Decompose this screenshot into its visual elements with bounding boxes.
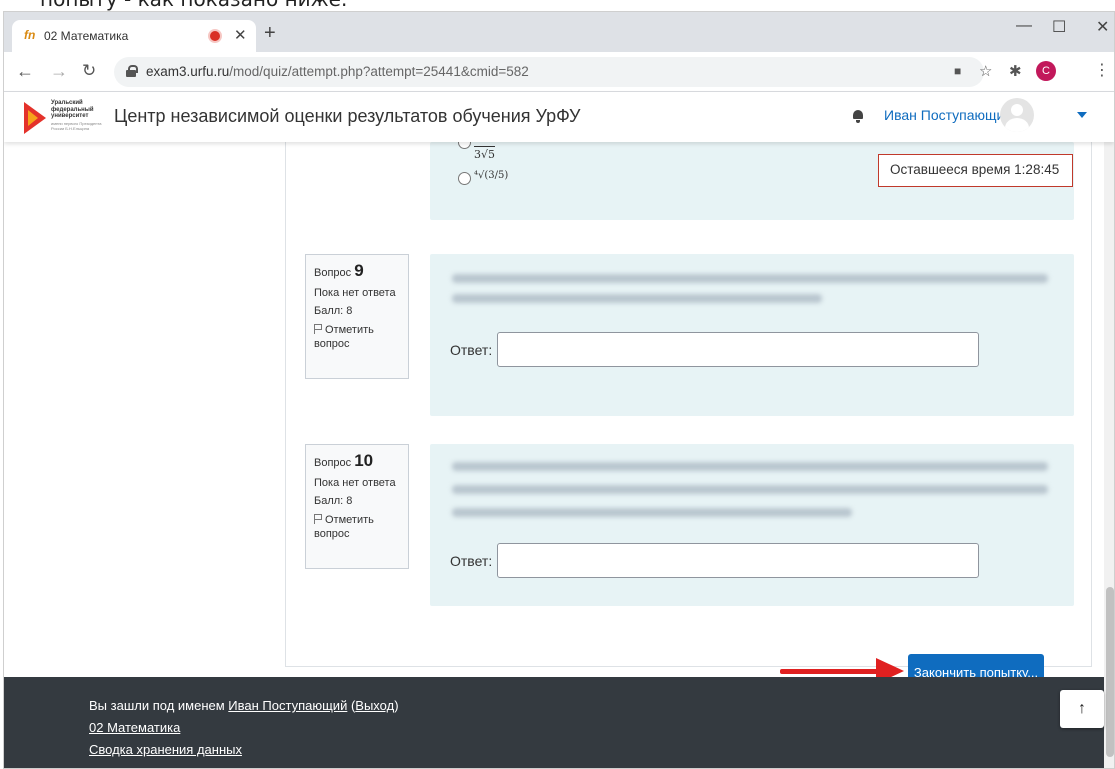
blurred-question-text — [452, 294, 822, 303]
scrollbar-thumb[interactable] — [1106, 587, 1114, 757]
tab-strip: fn 02 Математика ✕ + — ☐ ✕ — [4, 12, 1114, 52]
lock-icon — [126, 65, 138, 77]
question-score: Балл: 8 — [314, 495, 353, 507]
new-tab-button[interactable]: + — [264, 22, 276, 45]
camera-icon[interactable]: ■ — [954, 64, 961, 78]
extensions-puzzle-icon[interactable]: ✱ — [1009, 62, 1022, 80]
blurred-question-text — [452, 508, 852, 517]
logo-text: Уральский федеральный университет — [51, 100, 94, 119]
timer-value: 1:28:45 — [1014, 162, 1060, 177]
annotation-arrow — [780, 669, 880, 674]
answer-option-text: ⁴√(3/5) — [474, 170, 509, 181]
data-retention-link[interactable]: Сводка хранения данных — [89, 742, 242, 757]
question-score: Балл: 8 — [314, 305, 353, 317]
timer-label: Оставшееся время — [890, 162, 1011, 177]
url-text[interactable]: exam3.urfu.ru/mod/quiz/attempt.php?attem… — [146, 64, 529, 79]
window-minimize-button[interactable]: — — [1016, 17, 1032, 35]
browser-toolbar: ← → ↻ exam3.urfu.ru/mod/quiz/attempt.php… — [4, 52, 1114, 92]
answer-radio[interactable] — [458, 172, 471, 185]
address-bar[interactable]: exam3.urfu.ru/mod/quiz/attempt.php?attem… — [114, 57, 984, 87]
logo-subtext: имени первого Президента России Б.Н.Ельц… — [51, 121, 102, 131]
tab-title: 02 Математика — [44, 29, 129, 43]
reload-icon[interactable]: ↻ — [82, 61, 96, 81]
page-scrollbar[interactable] — [1104, 142, 1114, 768]
flag-question-link[interactable]: Отметить вопрос — [314, 323, 400, 351]
bookmark-star-icon[interactable]: ☆ — [979, 62, 992, 80]
profile-avatar[interactable]: C — [1036, 61, 1056, 81]
user-menu-name[interactable]: Иван Поступающий — [884, 107, 1012, 123]
logout-link[interactable]: Выход — [355, 698, 394, 713]
notifications-bell-icon[interactable] — [852, 110, 864, 123]
course-link[interactable]: 02 Математика — [89, 720, 180, 735]
login-prefix: Вы зашли под именем — [89, 698, 225, 713]
window-close-button[interactable]: ✕ — [1096, 17, 1109, 37]
back-arrow-icon[interactable]: ← — [16, 61, 34, 82]
page-footer: Вы зашли под именем Иван Поступающий (Вы… — [4, 677, 1104, 768]
question-info-9: Вопрос 9 Пока нет ответа Балл: 8 Отметит… — [305, 254, 409, 379]
blurred-question-text — [452, 462, 1048, 471]
answer-input-9[interactable] — [497, 332, 979, 367]
profile-link[interactable]: Иван Поступающий — [228, 698, 347, 713]
flag-question-label: Отметить вопрос — [314, 324, 374, 350]
question-info-10: Вопрос 10 Пока нет ответа Балл: 8 Отмети… — [305, 444, 409, 569]
window-maximize-button[interactable]: ☐ — [1052, 17, 1066, 37]
answer-label: Ответ: — [450, 553, 493, 569]
page-caption: попыту - как показано ниже. — [40, 0, 347, 11]
flag-question-link[interactable]: Отметить вопрос — [314, 513, 400, 541]
user-menu-caret-icon[interactable] — [1077, 112, 1087, 118]
flag-icon — [314, 324, 322, 334]
browser-menu-icon[interactable]: ⋮ — [1094, 60, 1110, 80]
logo-mark-inner-icon — [28, 110, 38, 126]
user-avatar[interactable] — [1000, 98, 1034, 132]
question-label: Вопрос — [314, 267, 352, 279]
answer-option-text: 3√5 — [474, 146, 496, 161]
site-header: Уральский федеральный университет имени … — [4, 92, 1114, 142]
question-10-body: Ответ: — [430, 444, 1074, 606]
answer-label: Ответ: — [450, 342, 493, 358]
answer-input-10[interactable] — [497, 543, 979, 578]
blurred-question-text — [452, 485, 1048, 494]
question-label: Вопрос — [314, 457, 352, 469]
forward-arrow-icon[interactable]: → — [50, 61, 68, 82]
time-remaining-box: Оставшееся время 1:28:45 — [878, 154, 1073, 187]
question-status: Пока нет ответа — [314, 287, 396, 299]
question-9-body: Ответ: — [430, 254, 1074, 416]
blurred-question-text — [452, 274, 1048, 283]
question-number: 10 — [354, 451, 374, 470]
question-number: 9 — [354, 261, 364, 280]
browser-tab[interactable]: fn 02 Математика ✕ — [12, 20, 256, 52]
login-info: Вы зашли под именем Иван Поступающий (Вы… — [89, 698, 399, 713]
flag-question-label: Отметить вопрос — [314, 514, 374, 540]
flag-icon — [314, 514, 322, 524]
urfu-logo[interactable]: Уральский федеральный университет имени … — [24, 100, 104, 136]
site-title[interactable]: Центр независимой оценки результатов обу… — [114, 106, 581, 127]
site-favicon-icon: fn — [24, 28, 36, 42]
recording-indicator-icon — [210, 31, 220, 41]
page-content: 3√5 ⁴√(3/5) Оставшееся время 1:28:45 Воп… — [4, 136, 1104, 691]
browser-window: fn 02 Математика ✕ + — ☐ ✕ ← → ↻ exam3.u… — [3, 11, 1115, 769]
arrow-up-icon: ↑ — [1078, 700, 1086, 717]
tab-close-icon[interactable]: ✕ — [234, 26, 247, 44]
back-to-top-button[interactable]: ↑ — [1060, 690, 1104, 728]
question-status: Пока нет ответа — [314, 477, 396, 489]
